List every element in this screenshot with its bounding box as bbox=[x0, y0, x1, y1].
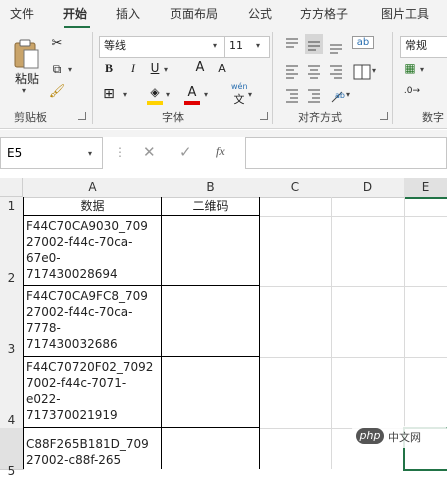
chevron-down-icon[interactable]: ▾ bbox=[372, 66, 376, 75]
tab-file[interactable]: 文件 bbox=[10, 0, 34, 28]
italic-button[interactable]: I bbox=[126, 61, 140, 76]
row-header-2[interactable]: 2 bbox=[0, 216, 24, 287]
cell-b3[interactable] bbox=[162, 286, 259, 356]
tab-picture-tools[interactable]: 图片工具 bbox=[381, 0, 429, 28]
copy-icon[interactable]: ⧉ bbox=[48, 62, 66, 77]
column-header-c[interactable]: C bbox=[259, 178, 332, 198]
wrap-text-button[interactable]: ab bbox=[352, 36, 374, 49]
horizontal-align-icons[interactable] bbox=[284, 62, 374, 82]
borders-icon[interactable]: ⊞ bbox=[102, 86, 116, 102]
cell-a3[interactable]: F44C70CA9FC8_709 27002-f44c-70ca- 7778- … bbox=[24, 288, 163, 355]
font-color-swatch bbox=[184, 101, 200, 105]
divider bbox=[92, 32, 93, 124]
number-group-label: 数字 bbox=[422, 111, 444, 124]
cancel-icon[interactable]: ✕ bbox=[143, 143, 156, 161]
divider bbox=[272, 32, 273, 124]
cell-b4[interactable] bbox=[162, 357, 259, 427]
tab-insert[interactable]: 插入 bbox=[116, 0, 140, 28]
font-launcher-icon[interactable] bbox=[260, 112, 268, 120]
tab-formulas[interactable]: 公式 bbox=[248, 0, 272, 28]
cell-a1[interactable]: 数据 bbox=[24, 198, 161, 215]
watermark-suffix: 中文网 bbox=[388, 431, 421, 444]
formula-input[interactable] bbox=[245, 137, 447, 169]
clipboard-launcher-icon[interactable] bbox=[78, 112, 86, 120]
phonetic-guide-top[interactable]: wén bbox=[231, 82, 248, 91]
font-group-label: 字体 bbox=[162, 111, 184, 124]
more-icon: ⋮ bbox=[114, 145, 126, 159]
number-format-select[interactable]: 常规 bbox=[400, 36, 447, 58]
chevron-down-icon[interactable]: ▾ bbox=[123, 90, 127, 99]
clipboard-group-label: 剪贴板 bbox=[14, 111, 47, 124]
font-color-button[interactable]: A bbox=[185, 85, 199, 100]
chevron-down-icon[interactable]: ▾ bbox=[204, 90, 208, 99]
chevron-down-icon[interactable]: ▾ bbox=[213, 41, 217, 50]
copy-dropdown-icon[interactable]: ▾ bbox=[68, 65, 72, 74]
column-header-b[interactable]: B bbox=[162, 178, 260, 198]
cell-a4[interactable]: F44C70720F02_7092 7002-f44c-7071- e022- … bbox=[24, 359, 163, 426]
phonetic-guide-button[interactable]: 文 bbox=[231, 91, 247, 107]
chevron-down-icon[interactable]: ▾ bbox=[420, 65, 424, 74]
formula-bar: E5 ▾ ⋮ ✕ ✓ fx bbox=[0, 137, 447, 169]
gridline bbox=[259, 216, 447, 217]
column-header-e[interactable]: E bbox=[404, 178, 447, 199]
cut-icon[interactable]: ✂ bbox=[50, 36, 64, 51]
font-name-select[interactable]: 等线 bbox=[99, 36, 225, 58]
row-header-3[interactable]: 3 bbox=[0, 286, 24, 358]
cell-b5[interactable] bbox=[162, 428, 259, 469]
fill-color-icon[interactable]: ◈ bbox=[147, 85, 163, 99]
chevron-down-icon[interactable]: ▾ bbox=[88, 149, 92, 158]
middle-align-icon[interactable] bbox=[306, 36, 322, 56]
row-header-5[interactable]: 5 bbox=[0, 428, 24, 478]
tab-fangfang[interactable]: 方方格子 bbox=[300, 0, 348, 28]
decrease-font-button[interactable]: A bbox=[216, 62, 228, 75]
cell-b1[interactable]: 二维码 bbox=[162, 198, 259, 215]
increase-font-button[interactable]: A bbox=[193, 60, 207, 75]
select-all-corner[interactable] bbox=[0, 178, 23, 197]
tab-home[interactable]: 开始 bbox=[63, 0, 87, 28]
row-header-4[interactable]: 4 bbox=[0, 357, 24, 429]
cell-b2[interactable] bbox=[162, 216, 259, 285]
bold-button[interactable]: B bbox=[102, 61, 116, 76]
row-header-1[interactable]: 1 bbox=[0, 197, 24, 217]
paste-dropdown-icon[interactable]: ▾ bbox=[22, 86, 26, 95]
svg-text:ab: ab bbox=[335, 91, 345, 100]
divider bbox=[392, 32, 393, 124]
fill-color-swatch bbox=[147, 101, 163, 105]
gridline bbox=[259, 286, 447, 287]
column-header-d[interactable]: D bbox=[331, 178, 405, 198]
chevron-down-icon[interactable]: ▾ bbox=[164, 65, 168, 74]
alignment-launcher-icon[interactable] bbox=[380, 112, 388, 120]
chevron-down-icon[interactable]: ▾ bbox=[346, 90, 350, 99]
gridline bbox=[259, 357, 447, 358]
insert-function-button[interactable]: fx bbox=[216, 144, 225, 159]
tab-page-layout[interactable]: 页面布局 bbox=[170, 0, 218, 28]
chevron-down-icon[interactable]: ▾ bbox=[248, 90, 252, 99]
clipboard-icon bbox=[14, 39, 39, 69]
indent-icons[interactable]: ab bbox=[284, 86, 374, 106]
paste-button[interactable] bbox=[12, 38, 40, 70]
enter-icon[interactable]: ✓ bbox=[179, 143, 192, 161]
cell-a5[interactable]: C88F265B181D_709 27002-c88f-265 bbox=[24, 436, 163, 469]
row-header-5-label: 5 bbox=[7, 464, 16, 478]
php-logo-text: php bbox=[356, 428, 384, 444]
underline-button[interactable]: U bbox=[148, 61, 162, 75]
chevron-down-icon[interactable]: ▾ bbox=[166, 90, 170, 99]
increase-decimal-icon[interactable]: .0→ bbox=[402, 86, 422, 96]
ribbon-home: 粘贴 ▾ ✂ ⧉ ▾ 🖌 剪贴板 等线 ▾ 11 ▾ B I U ▾ A A ⊞… bbox=[0, 28, 447, 129]
column-header-a[interactable]: A bbox=[23, 178, 163, 198]
format-painter-icon[interactable]: 🖌 bbox=[48, 84, 66, 99]
alignment-group-label: 对齐方式 bbox=[298, 111, 342, 124]
font-size-select[interactable]: 11 bbox=[224, 36, 270, 58]
spacer bbox=[0, 169, 447, 178]
cell-a2[interactable]: F44C70CA9030_709 27002-f44c-70ca- 67e0- … bbox=[24, 218, 163, 284]
watermark: php 中文网 bbox=[352, 426, 447, 448]
chevron-down-icon[interactable]: ▾ bbox=[256, 41, 260, 50]
ribbon-spacer bbox=[0, 130, 447, 137]
currency-icon[interactable]: ▦ bbox=[402, 61, 418, 75]
paste-label: 粘贴 bbox=[14, 72, 39, 86]
